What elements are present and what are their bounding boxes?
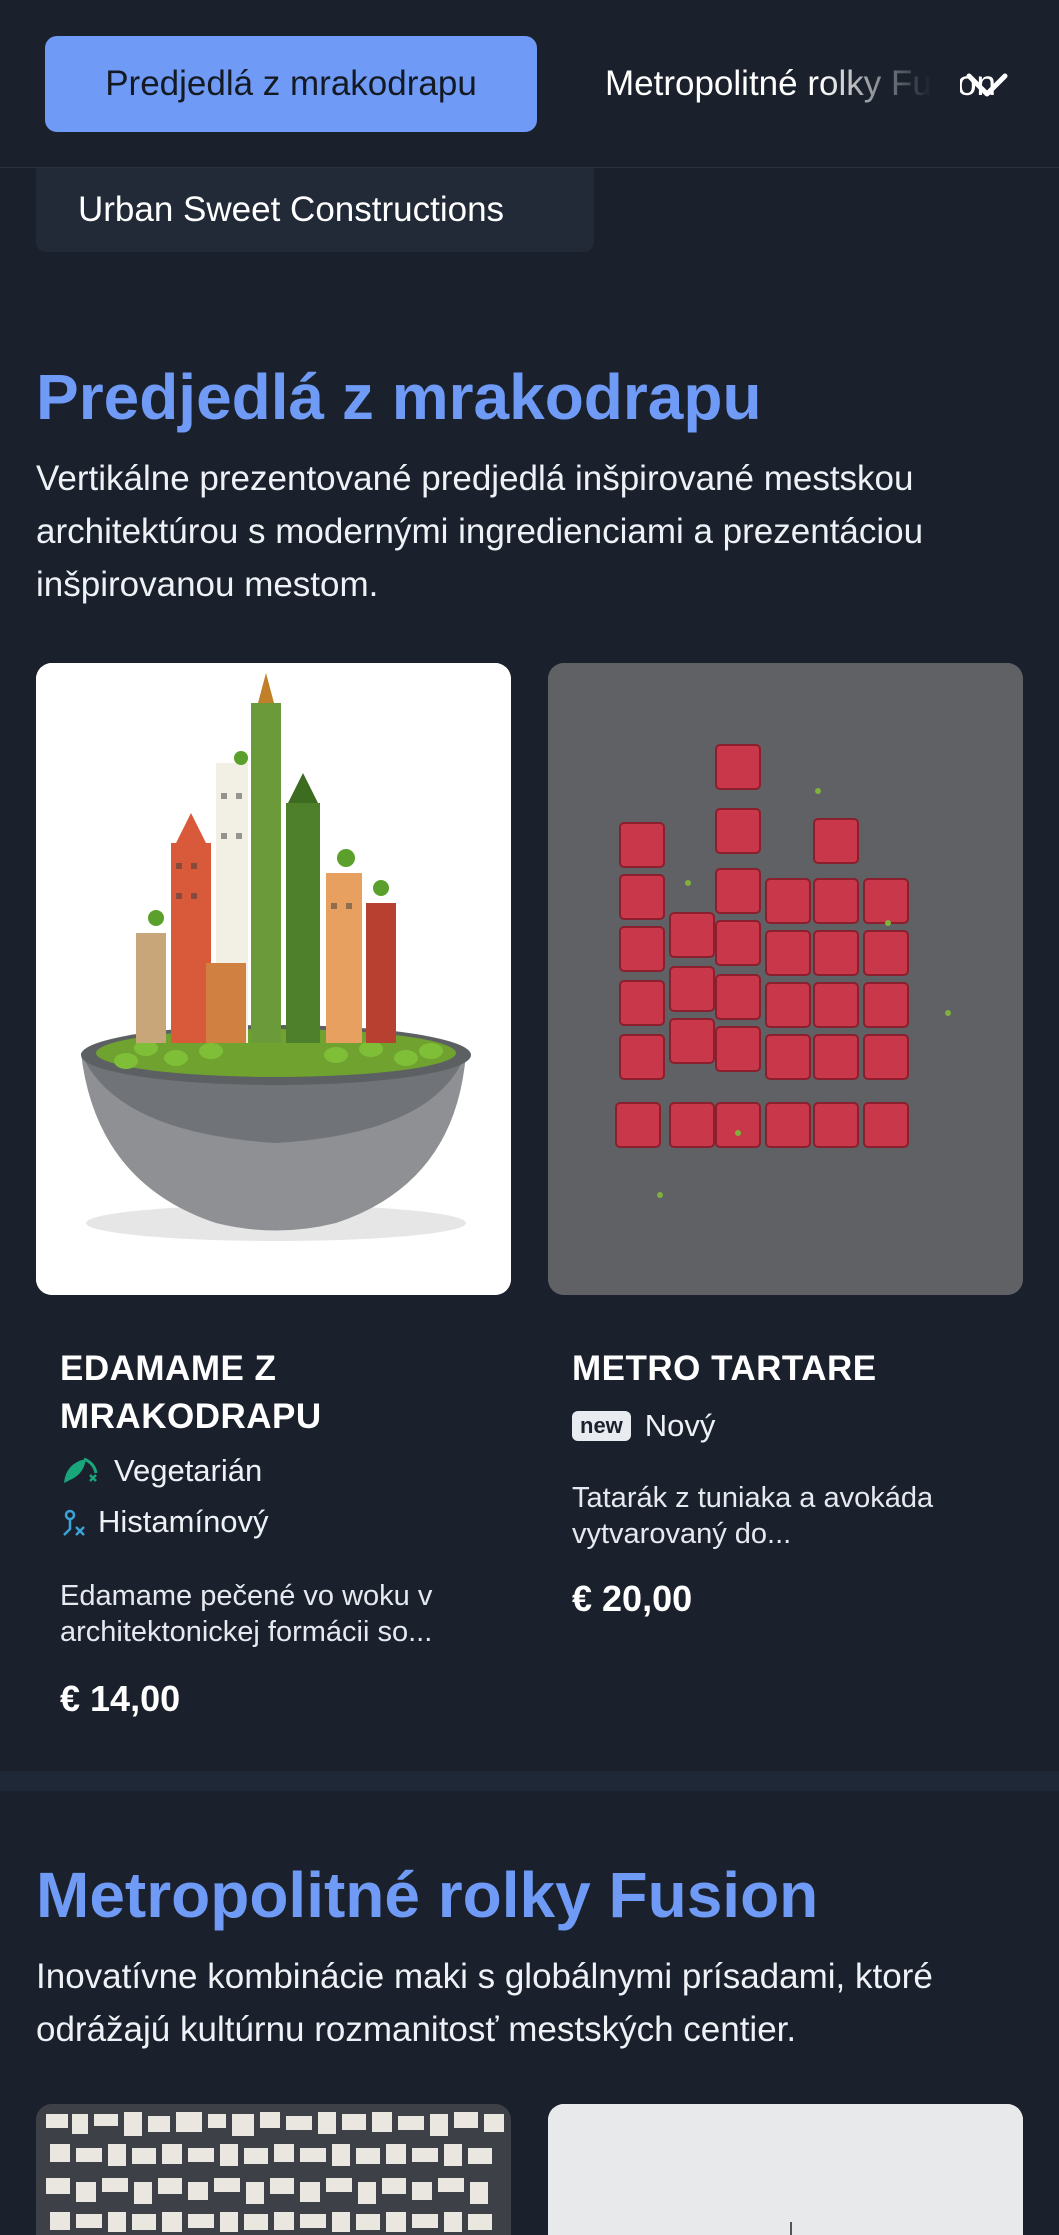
section-description: Vertikálne prezentované predjedlá inšpir… xyxy=(36,459,924,604)
dish-image-edamame[interactable] xyxy=(36,663,511,1295)
histamine-icon xyxy=(60,1505,88,1539)
chevron-down-icon[interactable] xyxy=(962,60,1012,110)
subcategory-chip[interactable]: Urban Sweet Constructions xyxy=(36,168,594,252)
tag-new: new Nový xyxy=(572,1408,715,1444)
dish-image[interactable] xyxy=(36,2104,511,2235)
dish-price: € 14,00 xyxy=(60,1678,181,1719)
tag-vegetarian: Vegetarián xyxy=(60,1453,262,1489)
section-divider xyxy=(0,1771,1059,1791)
leaf-icon xyxy=(60,1453,100,1489)
dish-image[interactable] xyxy=(548,2104,1023,2235)
new-badge: new xyxy=(572,1411,631,1441)
dish-price: € 20,00 xyxy=(572,1578,693,1619)
tag-label: Vegetarián xyxy=(114,1453,263,1488)
category-tab-bar: Predjedlá z mrakodrapu Metropolitné rolk… xyxy=(0,0,1059,168)
dish-image-metro-tartare[interactable] xyxy=(548,663,1023,1295)
tab-overflow-fade xyxy=(820,36,960,132)
tag-label: Nový xyxy=(644,1408,716,1443)
dish-description: Edamame pečené vo woku v architektonicke… xyxy=(60,1580,433,1648)
section-title: Predjedlá z mrakodrapu xyxy=(36,361,762,433)
dish-description: Tatarák z tuniaka a avokáda vytvarovaný … xyxy=(572,1482,934,1550)
tag-histamine: Histamínový xyxy=(60,1504,269,1540)
dish-name[interactable]: EDAMAME Z MRAKODRAPU xyxy=(60,1345,490,1441)
section-title: Metropolitné rolky Fusion xyxy=(36,1859,819,1931)
section-description: Inovatívne kombinácie maki s globálnymi … xyxy=(36,1957,933,2049)
tab-predjedla[interactable]: Predjedlá z mrakodrapu xyxy=(45,36,537,132)
dish-name[interactable]: METRO TARTARE xyxy=(572,1345,1002,1393)
tag-label: Histamínový xyxy=(98,1504,269,1539)
